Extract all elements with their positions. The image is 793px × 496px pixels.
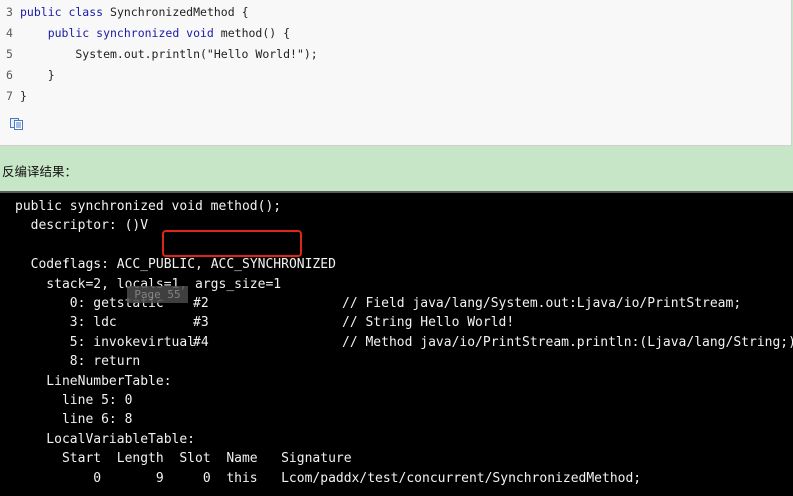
line-entry: line 6: 8 — [15, 412, 133, 428]
line-number: 5 — [6, 47, 13, 61]
instruction-opcode: 8: return — [15, 354, 141, 370]
instruction-opcode: 3: ldc — [15, 315, 117, 331]
keyword-token: public class — [20, 5, 111, 19]
source-line: 7} — [0, 86, 27, 107]
instruction-comment: // Field java/lang/System.out:Ljava/io/P… — [342, 296, 742, 311]
source-line: 3 public class SynchronizedMethod { — [0, 2, 249, 23]
instruction-arg: #2 — [193, 296, 209, 311]
code-token: } — [20, 89, 27, 103]
line-entry: line 5: 0 — [15, 393, 133, 408]
code-token: } — [20, 68, 55, 82]
flag-acc-synchronized: ACC_SYNCHRONIZED — [210, 257, 336, 273]
instruction-opcode: 5: invokevirtual — [15, 334, 196, 350]
flags-prefix: flags: ACC_PUBLIC, — [46, 257, 211, 273]
copy-icon[interactable] — [10, 118, 24, 130]
acc-synchronized-highlight — [162, 230, 302, 257]
code-token: method() { — [220, 26, 291, 40]
lvt-header: Start Length Slot Name Signature — [15, 451, 352, 467]
code-label: Code: — [15, 257, 70, 273]
keyword-token: public synchronized void — [20, 26, 221, 40]
line-number: 4 — [6, 26, 13, 40]
javap-output-terminal: public synchronized void method(); descr… — [0, 191, 793, 496]
method-signature: public synchronized void method(); — [15, 199, 282, 214]
line-number-table-label: LineNumberTable: — [15, 373, 172, 389]
bytecode-instruction: 3: ldc #3 // String Hello World! — [15, 313, 790, 332]
bytecode-instruction: 5: invokevirtual #4 // Method java/io/Prin… — [15, 333, 793, 352]
line-number: 3 — [6, 5, 13, 19]
decompile-result-caption: 反编译结果： — [2, 164, 78, 179]
source-line: 5 System.out.println("Hello World!"); — [0, 44, 318, 65]
line-number: 6 — [6, 68, 13, 82]
instruction-arg: #3 — [193, 315, 209, 331]
bytecode-instruction: 8: return — [15, 352, 790, 371]
local-variable-table-label: LocalVariableTable: — [15, 431, 196, 447]
lvt-row: 0 9 0 this Lcom/paddx/test/concurrent/Sy… — [15, 470, 642, 486]
code-token: SynchronizedMethod { — [110, 5, 249, 19]
code-token: System.out.println("Hello World!"); — [20, 47, 318, 61]
page-badge: Page 55 — [127, 286, 188, 303]
instruction-comment: // String Hello World! — [342, 315, 515, 331]
instruction-comment: // Method java/io/PrintStream.println:(L… — [342, 334, 793, 350]
source-line: 4 public synchronized void method() { — [0, 23, 290, 44]
line-number: 7 — [6, 89, 13, 103]
source-line: 6 } — [0, 65, 55, 86]
instruction-arg: #4 — [193, 334, 209, 350]
source-code-block: 3 public class SynchronizedMethod { 4 publ… — [0, 0, 792, 146]
descriptor-line: descriptor: ()V — [15, 218, 149, 234]
